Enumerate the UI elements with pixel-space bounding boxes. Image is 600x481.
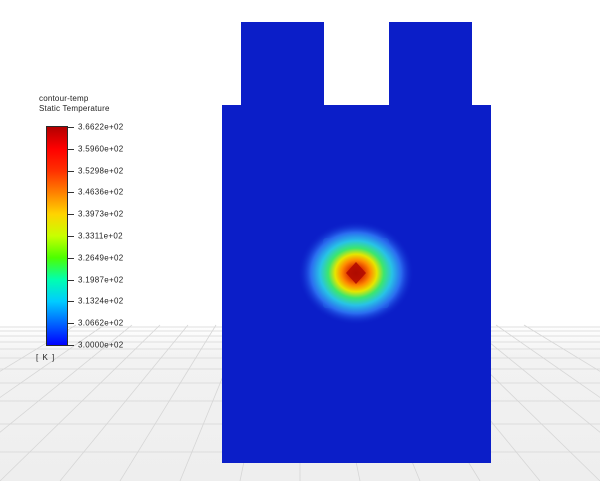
colorbar-tick-label: 3.1324e+02: [78, 296, 124, 306]
colorbar-tick: [68, 214, 74, 215]
colorbar-tick-label: 3.5960e+02: [78, 144, 124, 154]
colorbar-tick: [68, 301, 74, 302]
body-contour: [222, 22, 491, 463]
contour-name: contour-temp: [39, 94, 89, 103]
colorbar-tick-label: 3.1987e+02: [78, 275, 124, 285]
contour-scene: [0, 22, 600, 481]
legend-unit: [ K ]: [36, 353, 56, 362]
colorbar-tick: [68, 280, 74, 281]
colorbar-tick-label: 3.0000e+02: [78, 340, 124, 350]
colorbar-tick: [68, 236, 74, 237]
colorbar-tick: [68, 323, 74, 324]
colorbar-tick: [68, 171, 74, 172]
colorbar-tick: [68, 149, 74, 150]
colorbar-tick-label: 3.4636e+02: [78, 187, 124, 197]
colorbar: [46, 126, 68, 346]
colorbar-tick-label: 3.0662e+02: [78, 318, 124, 328]
colorbar-tick-label: 3.5298e+02: [78, 166, 124, 176]
graphics-viewport[interactable]: contour-temp Static Temperature 3.6622e+…: [0, 0, 600, 481]
colorbar-tick-label: 3.6622e+02: [78, 122, 124, 132]
colorbar-tick: [68, 345, 74, 346]
colorbar-tick: [68, 127, 74, 128]
colorbar-tick: [68, 258, 74, 259]
colorbar-tick-label: 3.2649e+02: [78, 253, 124, 263]
colorbar-tick-label: 3.3973e+02: [78, 209, 124, 219]
contour-quantity: Static Temperature: [39, 104, 110, 113]
colorbar-tick: [68, 192, 74, 193]
colorbar-tick-label: 3.3311e+02: [78, 231, 123, 241]
